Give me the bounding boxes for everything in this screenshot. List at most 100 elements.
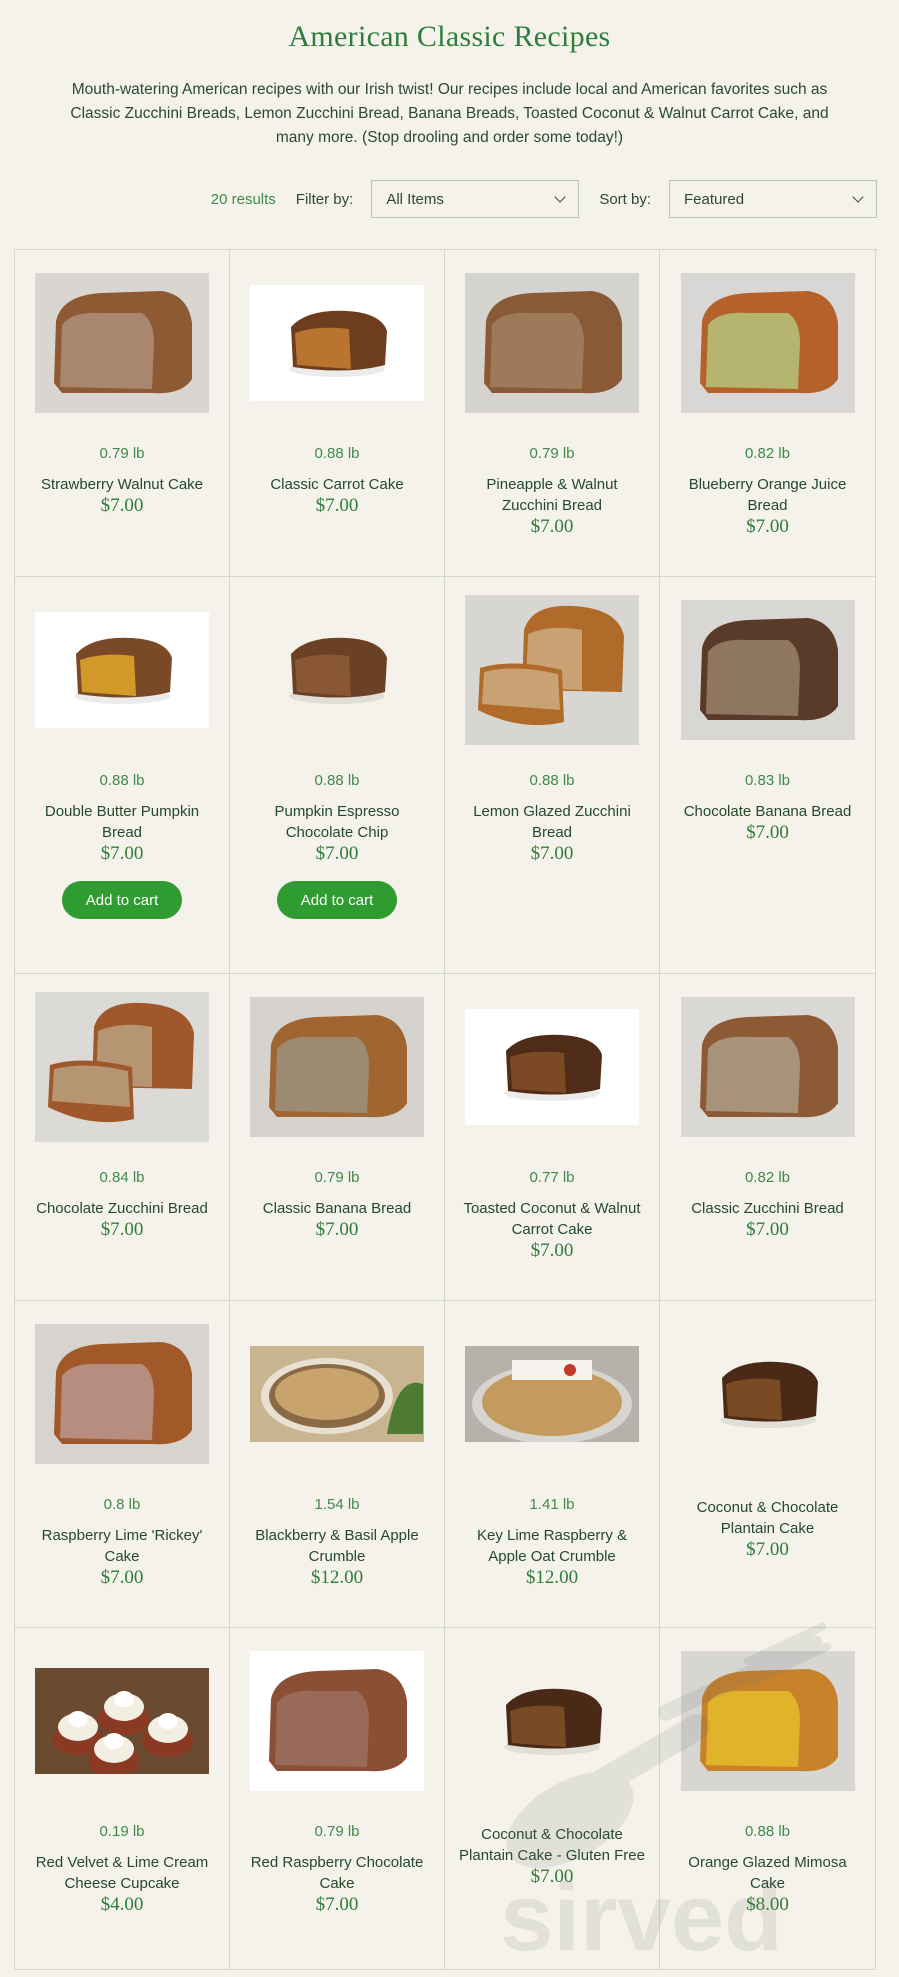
product-weight: 0.79 lb <box>314 1169 360 1186</box>
product-weight: 0.77 lb <box>529 1169 575 1186</box>
product-weight: 0.82 lb <box>744 445 791 462</box>
product-card[interactable]: 0.88 lb Double Butter Pumpkin Bread $7.00 A… <box>15 577 230 974</box>
product-price: $7.00 <box>530 1866 574 1887</box>
product-price: $7.00 <box>100 495 144 516</box>
product-image[interactable] <box>35 1668 209 1774</box>
product-image-frame <box>35 270 209 416</box>
product-image[interactable] <box>250 600 424 740</box>
product-name[interactable]: Key Lime Raspberry & Apple Oat Crumble <box>457 1525 647 1567</box>
product-image[interactable] <box>250 997 424 1137</box>
product-image[interactable] <box>680 600 855 740</box>
product-card[interactable]: 0.88 lb Lemon Glazed Zucchini Bread $7.00 <box>445 577 660 974</box>
product-price: $7.00 <box>530 843 574 864</box>
product-price: $7.00 <box>530 516 574 537</box>
product-weight: 0.79 lb <box>99 445 145 462</box>
product-name[interactable]: Raspberry Lime 'Rickey' Cake <box>27 1525 217 1567</box>
sort-value: Featured <box>684 190 745 208</box>
product-image-frame <box>250 1321 424 1467</box>
product-name[interactable]: Red Velvet & Lime Cream Cheese Cupcake <box>27 1852 217 1894</box>
product-image[interactable] <box>465 273 639 413</box>
product-image-frame <box>250 1648 424 1794</box>
product-card[interactable]: 0.83 lb Chocolate Banana Bread $7.00 <box>660 577 876 974</box>
add-to-cart-button[interactable]: Add to cart <box>62 881 182 919</box>
product-price: $7.00 <box>100 843 144 864</box>
product-name[interactable]: Toasted Coconut & Walnut Carrot Cake <box>457 1198 647 1240</box>
product-card[interactable]: 0.79 lb Red Raspberry Chocolate Cake $7.00 <box>230 1628 445 1970</box>
product-price: $7.00 <box>746 1539 789 1560</box>
product-weight: 0.88 lb <box>314 445 360 462</box>
product-name[interactable]: Coconut & Chocolate Plantain Cake <box>673 1497 863 1539</box>
sort-select[interactable]: Featured <box>669 180 877 218</box>
filter-select[interactable]: All Items <box>371 180 580 218</box>
chevron-down-icon <box>852 191 864 203</box>
product-card[interactable]: 0.79 lb Strawberry Walnut Cake $7.00 <box>15 250 230 577</box>
product-name[interactable]: Chocolate Banana Bread <box>673 801 863 822</box>
product-image[interactable] <box>680 997 855 1137</box>
product-card[interactable]: 0.88 lb Orange Glazed Mimosa Cake $8.00 <box>660 1628 876 1970</box>
product-image[interactable] <box>465 1651 639 1791</box>
product-weight: 1.41 lb <box>529 1496 575 1513</box>
product-image-frame <box>465 595 639 745</box>
product-name[interactable]: Chocolate Zucchini Bread <box>27 1198 217 1219</box>
product-image-frame <box>680 597 855 743</box>
product-weight: 0.19 lb <box>99 1823 145 1840</box>
product-name[interactable]: Classic Banana Bread <box>242 1198 432 1219</box>
product-price: $7.00 <box>746 516 789 537</box>
product-card[interactable]: Coconut & Chocolate Plantain Cake $7.00 <box>660 1301 876 1628</box>
product-name[interactable]: Coconut & Chocolate Plantain Cake - Glut… <box>457 1824 647 1866</box>
product-name[interactable]: Double Butter Pumpkin Bread <box>27 801 217 843</box>
product-image-frame <box>465 270 639 416</box>
product-weight: 0.88 lb <box>314 772 360 789</box>
product-image[interactable] <box>465 1009 639 1125</box>
product-image[interactable] <box>35 1324 209 1464</box>
product-card[interactable]: 0.79 lb Classic Banana Bread $7.00 <box>230 974 445 1301</box>
product-name[interactable]: Classic Carrot Cake <box>242 474 432 495</box>
product-name[interactable]: Orange Glazed Mimosa Cake <box>673 1852 863 1894</box>
sort-label: Sort by: <box>599 190 651 208</box>
product-image-frame <box>680 1321 855 1467</box>
product-card[interactable]: 0.79 lb Pineapple & Walnut Zucchini Bread… <box>445 250 660 577</box>
product-name[interactable]: Blueberry Orange Juice Bread <box>673 474 863 516</box>
product-price: $7.00 <box>746 1219 789 1240</box>
product-image[interactable] <box>680 1651 855 1791</box>
add-to-cart-button[interactable]: Add to cart <box>277 881 397 919</box>
product-card[interactable]: 0.82 lb Classic Zucchini Bread $7.00 <box>660 974 876 1301</box>
product-image[interactable] <box>35 273 209 413</box>
product-name[interactable]: Red Raspberry Chocolate Cake <box>242 1852 432 1894</box>
product-image-frame <box>465 1321 639 1467</box>
product-image[interactable] <box>35 992 209 1142</box>
product-card[interactable]: 0.88 lb Pumpkin Espresso Chocolate Chip $7… <box>230 577 445 974</box>
product-image[interactable] <box>465 595 639 745</box>
product-image[interactable] <box>250 1346 424 1442</box>
product-row: 0.79 lb Strawberry Walnut Cake $7.00 0.88 l… <box>15 250 878 577</box>
product-name[interactable]: Lemon Glazed Zucchini Bread <box>457 801 647 843</box>
product-image[interactable] <box>250 1651 424 1791</box>
product-image[interactable] <box>680 1324 855 1464</box>
product-card[interactable]: 0.8 lb Raspberry Lime 'Rickey' Cake $7.00 <box>15 1301 230 1628</box>
product-image-frame <box>35 597 209 743</box>
product-image[interactable] <box>250 285 424 401</box>
product-name[interactable]: Pumpkin Espresso Chocolate Chip <box>242 801 432 843</box>
product-name[interactable]: Blackberry & Basil Apple Crumble <box>242 1525 432 1567</box>
product-card[interactable]: 0.88 lb Classic Carrot Cake $7.00 <box>230 250 445 577</box>
product-image-frame <box>680 270 855 416</box>
product-card[interactable]: Coconut & Chocolate Plantain Cake - Glut… <box>445 1628 660 1970</box>
product-image[interactable] <box>465 1346 639 1442</box>
product-price: $7.00 <box>315 843 359 864</box>
product-price: $7.00 <box>746 822 789 843</box>
toolbar: 20 results Filter by: All Items Sort by:… <box>211 180 877 218</box>
chevron-down-icon <box>554 191 566 203</box>
product-card[interactable]: 0.19 lb Red Velvet & Lime Cream Cheese Cu… <box>15 1628 230 1970</box>
product-card[interactable]: 1.41 lb Key Lime Raspberry & Apple Oat Cr… <box>445 1301 660 1628</box>
product-card[interactable]: 0.77 lb Toasted Coconut & Walnut Carrot C… <box>445 974 660 1301</box>
product-card[interactable]: 0.82 lb Blueberry Orange Juice Bread $7.00 <box>660 250 876 577</box>
product-image[interactable] <box>680 273 855 413</box>
product-name[interactable]: Pineapple & Walnut Zucchini Bread <box>457 474 647 516</box>
product-name[interactable]: Classic Zucchini Bread <box>673 1198 863 1219</box>
product-card[interactable]: 0.84 lb Chocolate Zucchini Bread $7.00 <box>15 974 230 1301</box>
product-price: $12.00 <box>310 1567 364 1588</box>
product-image[interactable] <box>35 612 209 728</box>
product-name[interactable]: Strawberry Walnut Cake <box>27 474 217 495</box>
product-card[interactable]: 1.54 lb Blackberry & Basil Apple Crumble $… <box>230 1301 445 1628</box>
page-title: American Classic Recipes <box>288 20 611 53</box>
